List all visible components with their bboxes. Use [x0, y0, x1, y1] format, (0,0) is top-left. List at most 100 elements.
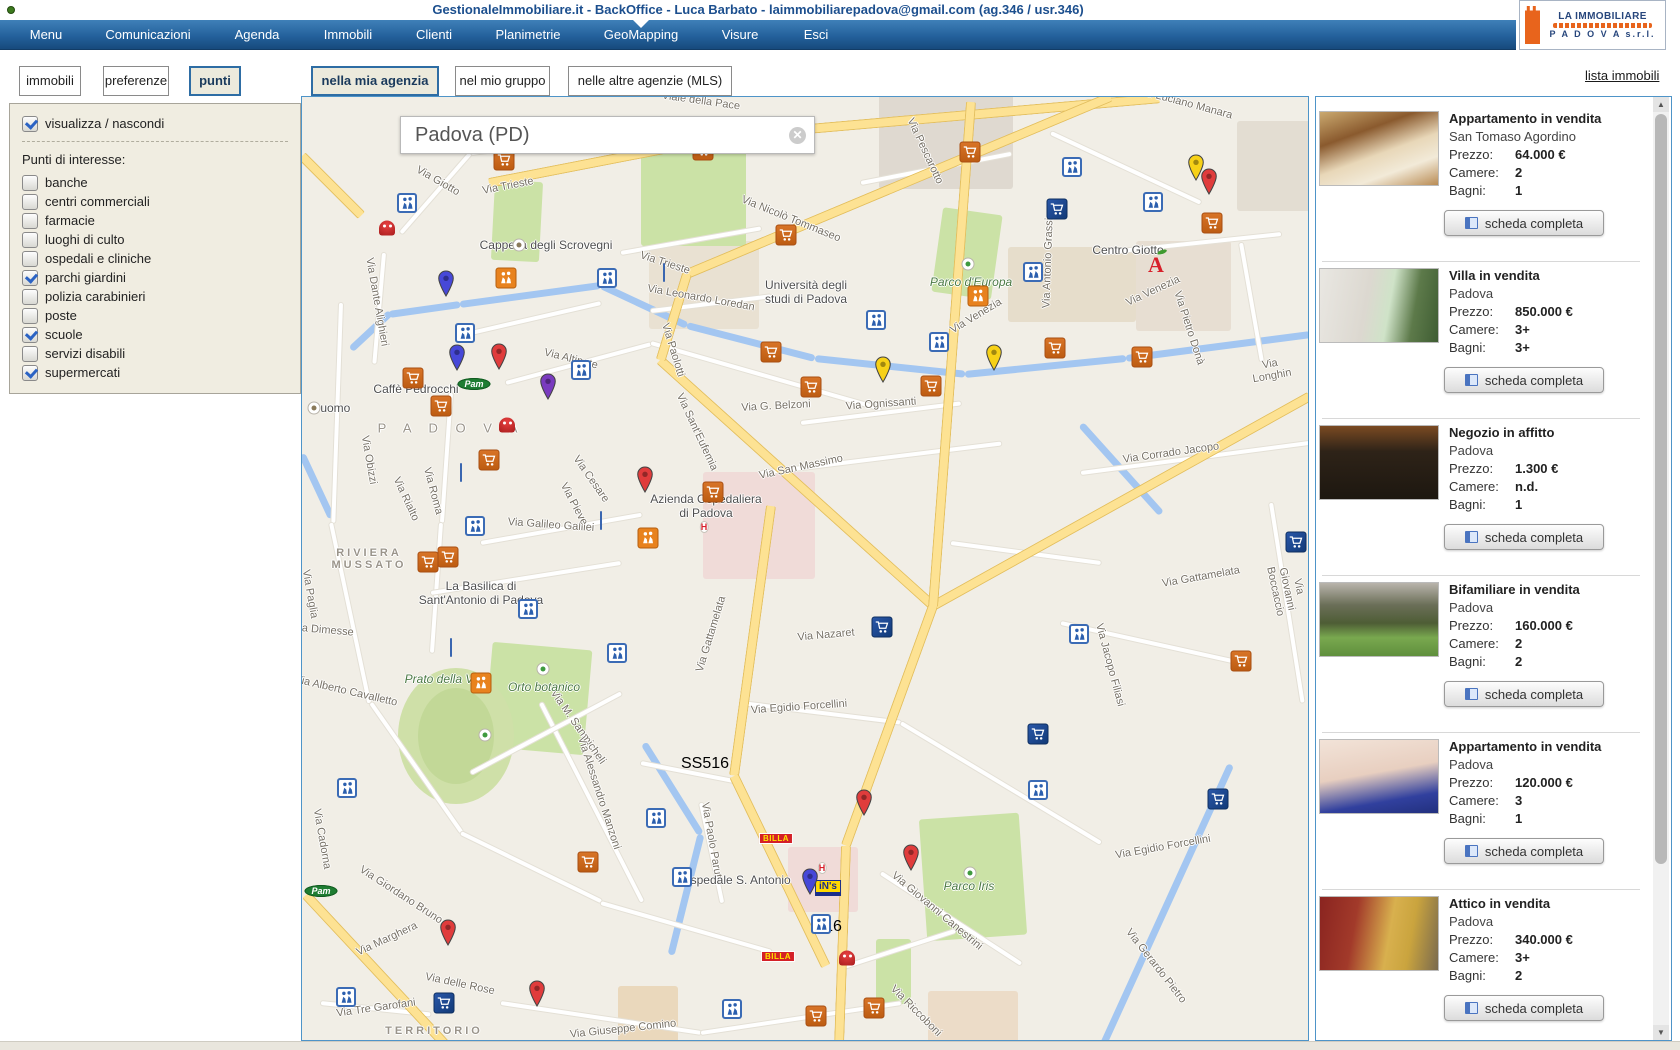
transit-marker-icon[interactable] — [600, 512, 602, 530]
school-marker-icon[interactable] — [646, 808, 666, 828]
scheda-completa-button[interactable]: scheda completa — [1444, 210, 1604, 236]
transit-marker-icon[interactable] — [460, 464, 462, 482]
school-marker-icon[interactable] — [337, 778, 357, 798]
red-pin-icon[interactable] — [491, 343, 508, 375]
yellow-pin-icon[interactable] — [875, 356, 892, 388]
purple-pin-icon[interactable] — [540, 373, 557, 405]
school-marker-icon[interactable] — [929, 332, 949, 352]
ins-logo-marker[interactable]: iN's — [815, 876, 841, 894]
map-canvas[interactable]: Via GiottoVia TriesteVia TriesteVia Leon… — [301, 96, 1309, 1041]
supermarket-marker-icon[interactable] — [418, 552, 439, 573]
nav-item-clienti[interactable]: Clienti — [416, 27, 452, 42]
poi-dot-icon[interactable] — [513, 239, 526, 252]
pam-logo-marker[interactable]: Pam — [457, 374, 490, 392]
yellow-pin-icon[interactable] — [1188, 154, 1205, 186]
mascot-marker-icon[interactable] — [499, 418, 515, 433]
supermarket-marker-icon[interactable] — [960, 142, 981, 163]
school-marker-icon[interactable] — [1143, 192, 1163, 212]
school-marker-icon[interactable] — [465, 516, 485, 536]
red-pin-icon[interactable] — [440, 919, 457, 951]
school-marker-icon[interactable] — [336, 987, 356, 1007]
poi-item-polizia-carabinieri[interactable]: polizia carabinieri — [22, 287, 288, 306]
poi-checkbox-luoghi-di-culto[interactable] — [22, 232, 38, 248]
lista-immobili-link[interactable]: lista immobili — [1585, 68, 1659, 83]
school-marker-icon[interactable] — [571, 360, 591, 380]
blue-pin-icon[interactable] — [802, 868, 819, 900]
nav-item-comunicazioni[interactable]: Comunicazioni — [105, 27, 190, 42]
poi-checkbox-centri-commerciali[interactable] — [22, 194, 38, 210]
transit-marker-icon[interactable] — [663, 264, 665, 282]
supermarket-marker-icon[interactable] — [1132, 347, 1153, 368]
yellow-pin-icon[interactable] — [986, 344, 1003, 376]
tab-nella-mia-agenzia[interactable]: nella mia agenzia — [311, 66, 439, 96]
garden-poi-icon[interactable] — [962, 258, 975, 271]
scheda-completa-button[interactable]: scheda completa — [1444, 995, 1604, 1021]
listing-photo[interactable] — [1319, 582, 1439, 657]
poi-item-supermercati[interactable]: supermercati — [22, 363, 288, 382]
tab-nelle-altre-agenzie-mls[interactable]: nelle altre agenzie (MLS) — [568, 66, 732, 96]
scheda-completa-button[interactable]: scheda completa — [1444, 367, 1604, 393]
supermarket-marker-icon[interactable] — [776, 225, 797, 246]
red-pin-icon[interactable] — [637, 466, 654, 498]
supermarket-marker-icon[interactable] — [921, 376, 942, 397]
tab-immobili[interactable]: immobili — [19, 66, 81, 96]
sidebar-scrollbar[interactable]: ▲ ▼ — [1653, 97, 1669, 1040]
transit-marker-icon[interactable] — [450, 639, 452, 657]
supermarket-marker-icon[interactable] — [431, 396, 452, 417]
park-marker-icon[interactable] — [638, 528, 659, 549]
poi-checkbox-farmacie[interactable] — [22, 213, 38, 229]
hospital-marker-icon[interactable]: H — [818, 858, 827, 876]
scrollbar-thumb[interactable] — [1655, 114, 1667, 864]
blue-pin-icon[interactable] — [438, 270, 455, 302]
scroll-up-icon[interactable]: ▲ — [1653, 97, 1669, 112]
red-pin-icon[interactable] — [856, 789, 873, 821]
poi-checkbox-ospedali-e-cliniche[interactable] — [22, 251, 38, 267]
scroll-down-icon[interactable]: ▼ — [1653, 1025, 1669, 1040]
tab-preferenze[interactable]: preferenze — [103, 66, 169, 96]
school-marker-icon[interactable] — [455, 323, 475, 343]
school-marker-icon[interactable] — [672, 867, 692, 887]
school-marker-icon[interactable] — [397, 193, 417, 213]
listing-photo[interactable] — [1319, 425, 1439, 500]
listing-photo[interactable] — [1319, 739, 1439, 814]
supermarket-blue-marker-icon[interactable] — [434, 993, 455, 1014]
garden-poi-icon[interactable] — [964, 867, 977, 880]
poi-checkbox-scuole[interactable] — [22, 327, 38, 343]
supermarket-blue-marker-icon[interactable] — [872, 617, 893, 638]
auchan-logo-marker[interactable]: A — [1148, 255, 1164, 277]
supermarket-marker-icon[interactable] — [438, 547, 459, 568]
tab-nel-mio-gruppo[interactable]: nel mio gruppo — [455, 66, 550, 96]
supermarket-marker-icon[interactable] — [403, 368, 424, 389]
supermarket-marker-icon[interactable] — [703, 482, 724, 503]
school-marker-icon[interactable] — [1069, 624, 1089, 644]
mascot-marker-icon[interactable] — [379, 221, 395, 236]
poi-item-farmacie[interactable]: farmacie — [22, 211, 288, 230]
listing-photo[interactable] — [1319, 111, 1439, 186]
nav-item-visure[interactable]: Visure — [722, 27, 759, 42]
school-marker-icon[interactable] — [811, 914, 831, 934]
school-marker-icon[interactable] — [1062, 157, 1082, 177]
poi-item-parchi-giardini[interactable]: parchi giardini — [22, 268, 288, 287]
school-marker-icon[interactable] — [866, 310, 886, 330]
supermarket-marker-icon[interactable] — [761, 342, 782, 363]
visualizza-checkbox[interactable] — [22, 116, 38, 132]
supermarket-marker-icon[interactable] — [1202, 213, 1223, 234]
poi-item-banche[interactable]: banche — [22, 173, 288, 192]
poi-checkbox-parchi-giardini[interactable] — [22, 270, 38, 286]
supermarket-blue-marker-icon[interactable] — [1047, 199, 1068, 220]
garden-poi-icon[interactable] — [479, 729, 492, 742]
school-marker-icon[interactable] — [1023, 262, 1043, 282]
red-pin-icon[interactable] — [903, 844, 920, 876]
poi-dot-icon[interactable] — [308, 402, 321, 415]
billa-logo-marker[interactable]: BILLA — [759, 828, 793, 846]
hospital-marker-icon[interactable]: H — [700, 517, 709, 535]
nav-item-agenda[interactable]: Agenda — [235, 27, 280, 42]
park-marker-icon[interactable] — [496, 268, 517, 289]
toggle-visualizza[interactable]: visualizza / nascondi — [22, 114, 288, 133]
poi-checkbox-polizia-carabinieri[interactable] — [22, 289, 38, 305]
school-marker-icon[interactable] — [597, 268, 617, 288]
school-marker-icon[interactable] — [518, 599, 538, 619]
supermarket-blue-marker-icon[interactable] — [1028, 724, 1049, 745]
park-marker-icon[interactable] — [968, 286, 989, 307]
nav-item-immobili[interactable]: Immobili — [324, 27, 372, 42]
